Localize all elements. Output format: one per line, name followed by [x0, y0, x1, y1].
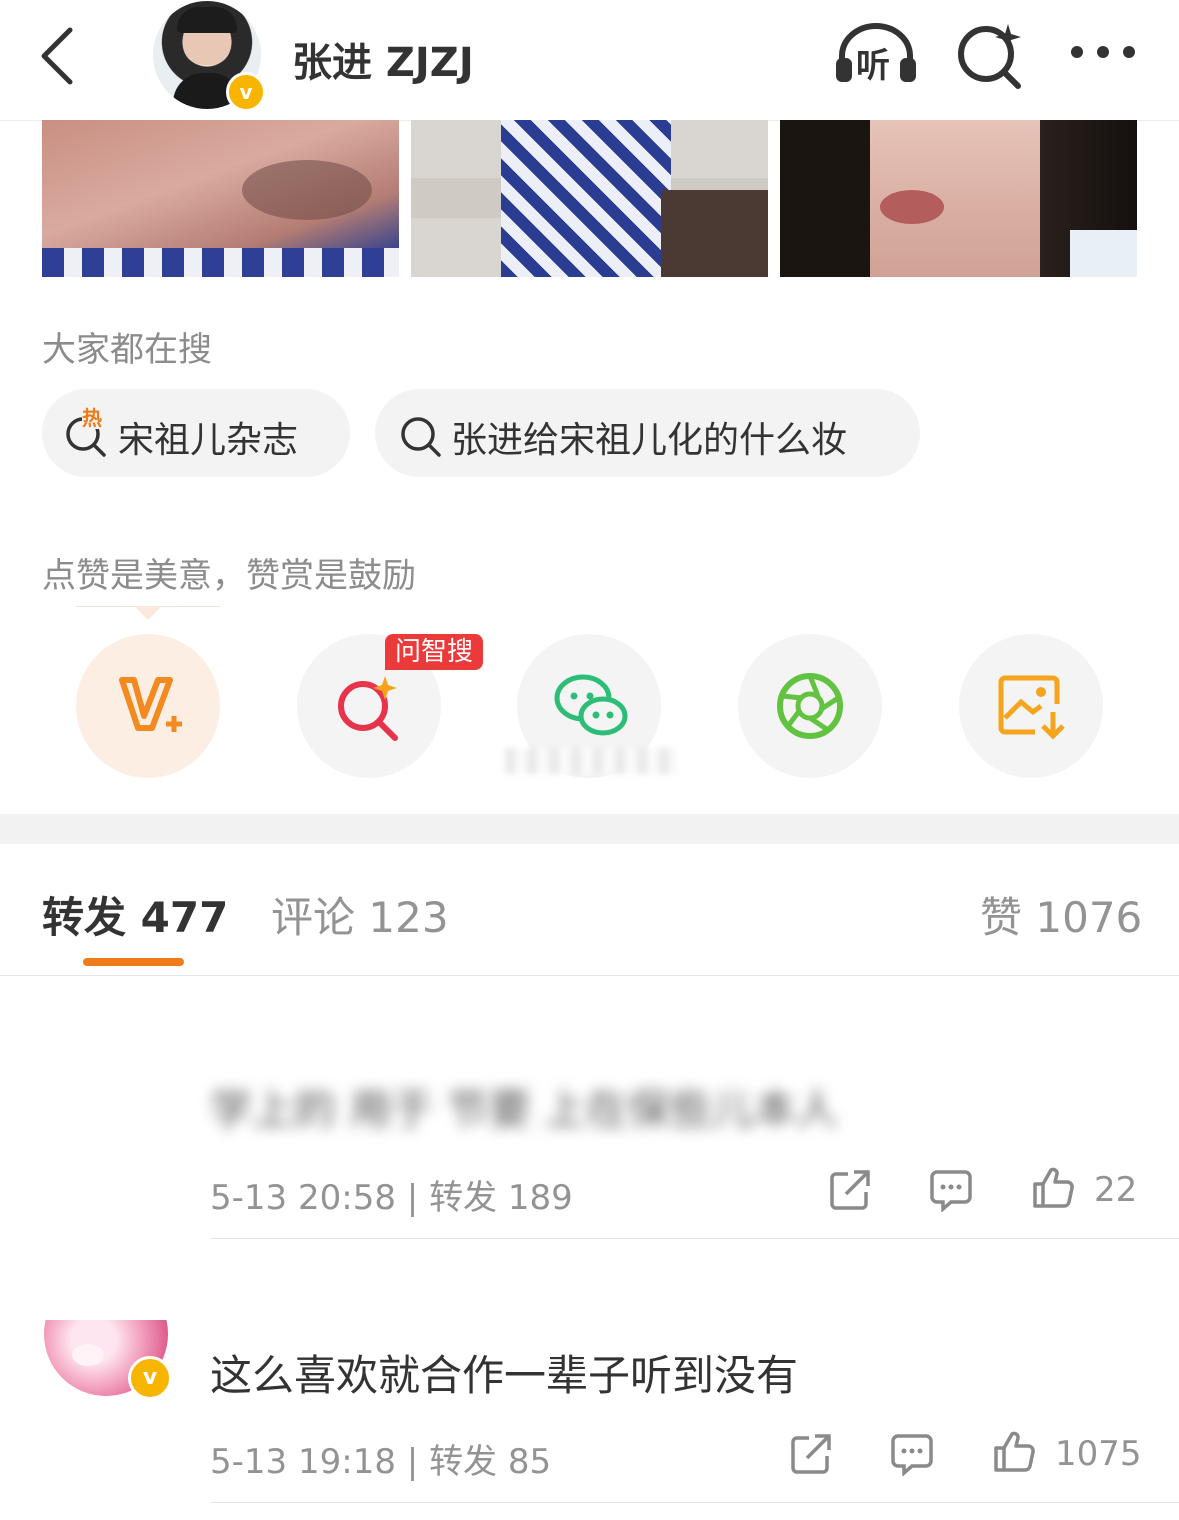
repost-time: 5-13 20:58	[210, 1178, 396, 1218]
comment-icon[interactable]	[890, 1432, 934, 1476]
repost-meta: 5-13 20:58 | 转发 189	[210, 1170, 573, 1219]
post-photo-3[interactable]	[780, 120, 1137, 277]
blurred-label	[505, 748, 677, 774]
tab-reposts-count: 477	[140, 893, 229, 942]
tab-comments-label: 评论	[271, 893, 356, 942]
repost-text[interactable]: 这么喜欢就合作一辈子听到没有	[210, 1342, 798, 1403]
tab-likes-count: 1076	[1035, 893, 1143, 942]
post-photo-1[interactable]	[42, 120, 399, 277]
moments-share-button[interactable]	[738, 634, 882, 778]
wechat-icon	[554, 674, 628, 736]
reward-pointer-icon	[134, 606, 162, 620]
tabs-border	[0, 975, 1179, 976]
search-chip-label: 宋祖儿杂志	[118, 420, 299, 461]
tab-comments-count: 123	[368, 893, 449, 942]
hot-search-title: 大家都在搜	[42, 330, 212, 370]
repost-count[interactable]: 转发 85	[429, 1442, 551, 1482]
tab-likes-label: 赞	[980, 893, 1023, 942]
share-icon[interactable]	[789, 1432, 833, 1476]
tab-comments[interactable]: 评论 123	[271, 884, 449, 945]
reward-prompt: 点赞是美意，赞赏是鼓励	[42, 556, 416, 596]
repost-meta: 5-13 19:18 | 转发 85	[210, 1434, 551, 1483]
ask-search-tag: 问智搜	[385, 634, 483, 670]
repost-text[interactable]: 学上的 用于 节要 上在保些儿本人	[210, 1076, 838, 1137]
active-tab-indicator	[83, 958, 184, 966]
back-chevron-icon[interactable]	[34, 26, 94, 86]
top-bar: v 张进 ZJZJ 听	[0, 0, 1179, 121]
vplus-icon	[119, 677, 182, 732]
ai-search-icon	[338, 676, 398, 741]
repost-time: 5-13 19:18	[210, 1442, 396, 1482]
comment-icon[interactable]	[929, 1168, 973, 1212]
more-icon[interactable]	[1068, 42, 1138, 62]
reward-button[interactable]	[76, 634, 220, 778]
save-image-icon	[998, 675, 1065, 740]
save-image-button[interactable]	[959, 634, 1103, 778]
search-chip-1[interactable]: 热 宋祖儿杂志	[42, 389, 350, 477]
listen-label: 听	[856, 46, 890, 86]
search-icon	[401, 417, 441, 457]
listen-headphone-icon[interactable]: 听	[834, 22, 918, 86]
row-divider	[210, 1238, 1179, 1239]
meta-separator: |	[406, 1178, 419, 1218]
like-icon[interactable]	[992, 1430, 1036, 1474]
ai-search-icon[interactable]	[956, 22, 1024, 90]
repost-count[interactable]: 转发 189	[429, 1178, 573, 1218]
like-count: 22	[1094, 1170, 1138, 1210]
username-title[interactable]: 张进 ZJZJ	[292, 30, 474, 88]
tab-reposts-label: 转发	[42, 893, 127, 942]
verified-badge: v	[226, 72, 266, 112]
aperture-icon	[777, 673, 843, 739]
post-photo-2[interactable]	[411, 120, 768, 277]
search-chip-label: 张进给宋祖儿化的什么妆	[451, 420, 848, 461]
meta-separator: |	[406, 1442, 419, 1482]
row-divider	[210, 1502, 1179, 1503]
like-icon[interactable]	[1031, 1166, 1075, 1210]
tab-likes[interactable]: 赞 1076	[980, 884, 1142, 945]
like-count: 1075	[1055, 1434, 1142, 1474]
search-chip-2[interactable]: 张进给宋祖儿化的什么妆	[375, 389, 920, 477]
hot-tag: 热	[82, 406, 102, 430]
share-icon[interactable]	[828, 1168, 872, 1212]
verified-badge: v	[128, 1356, 172, 1400]
section-separator	[0, 814, 1179, 844]
tab-reposts[interactable]: 转发 477	[42, 884, 228, 945]
